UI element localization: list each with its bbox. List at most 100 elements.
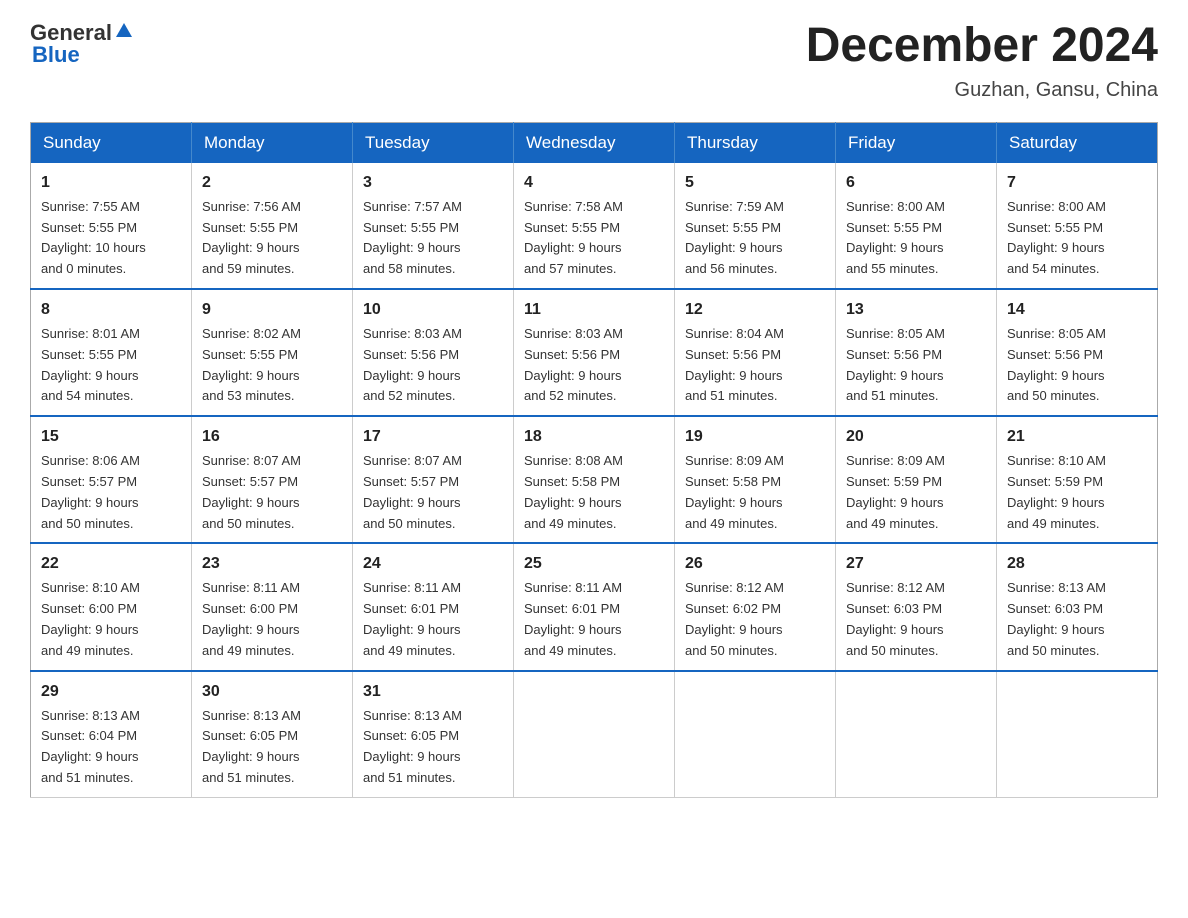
calendar-header-row: SundayMondayTuesdayWednesdayThursdayFrid… [31,122,1158,163]
day-number: 19 [685,425,825,449]
calendar-cell-0-0: 1Sunrise: 7:55 AM Sunset: 5:55 PM Daylig… [31,163,192,289]
day-number: 31 [363,680,503,704]
day-info: Sunrise: 8:12 AM Sunset: 6:03 PM Dayligh… [846,578,986,661]
day-number: 28 [1007,552,1147,576]
day-info: Sunrise: 8:13 AM Sunset: 6:05 PM Dayligh… [202,706,342,789]
calendar-week-2: 8Sunrise: 8:01 AM Sunset: 5:55 PM Daylig… [31,289,1158,416]
day-info: Sunrise: 8:05 AM Sunset: 5:56 PM Dayligh… [846,324,986,407]
header-col-thursday: Thursday [675,122,836,163]
day-info: Sunrise: 7:58 AM Sunset: 5:55 PM Dayligh… [524,197,664,280]
day-number: 14 [1007,298,1147,322]
day-number: 16 [202,425,342,449]
day-info: Sunrise: 8:13 AM Sunset: 6:03 PM Dayligh… [1007,578,1147,661]
header-col-wednesday: Wednesday [514,122,675,163]
calendar-cell-1-4: 12Sunrise: 8:04 AM Sunset: 5:56 PM Dayli… [675,289,836,416]
calendar-cell-1-3: 11Sunrise: 8:03 AM Sunset: 5:56 PM Dayli… [514,289,675,416]
day-info: Sunrise: 8:08 AM Sunset: 5:58 PM Dayligh… [524,451,664,534]
day-number: 18 [524,425,664,449]
calendar-cell-0-4: 5Sunrise: 7:59 AM Sunset: 5:55 PM Daylig… [675,163,836,289]
day-info: Sunrise: 8:10 AM Sunset: 6:00 PM Dayligh… [41,578,181,661]
day-info: Sunrise: 7:59 AM Sunset: 5:55 PM Dayligh… [685,197,825,280]
day-info: Sunrise: 7:57 AM Sunset: 5:55 PM Dayligh… [363,197,503,280]
day-info: Sunrise: 8:03 AM Sunset: 5:56 PM Dayligh… [363,324,503,407]
title-section: December 2024 Guzhan, Gansu, China [806,20,1158,102]
day-number: 26 [685,552,825,576]
calendar-cell-3-6: 28Sunrise: 8:13 AM Sunset: 6:03 PM Dayli… [997,543,1158,670]
calendar-week-5: 29Sunrise: 8:13 AM Sunset: 6:04 PM Dayli… [31,671,1158,798]
day-number: 3 [363,171,503,195]
day-number: 1 [41,171,181,195]
day-number: 13 [846,298,986,322]
calendar-cell-2-4: 19Sunrise: 8:09 AM Sunset: 5:58 PM Dayli… [675,416,836,543]
calendar-cell-4-2: 31Sunrise: 8:13 AM Sunset: 6:05 PM Dayli… [353,671,514,798]
day-info: Sunrise: 8:11 AM Sunset: 6:01 PM Dayligh… [363,578,503,661]
calendar-cell-3-3: 25Sunrise: 8:11 AM Sunset: 6:01 PM Dayli… [514,543,675,670]
day-info: Sunrise: 8:07 AM Sunset: 5:57 PM Dayligh… [202,451,342,534]
day-number: 22 [41,552,181,576]
calendar-cell-2-5: 20Sunrise: 8:09 AM Sunset: 5:59 PM Dayli… [836,416,997,543]
day-number: 30 [202,680,342,704]
header-col-sunday: Sunday [31,122,192,163]
calendar-cell-2-3: 18Sunrise: 8:08 AM Sunset: 5:58 PM Dayli… [514,416,675,543]
page-header: General Blue December 2024 Guzhan, Gansu… [30,20,1158,102]
calendar-week-3: 15Sunrise: 8:06 AM Sunset: 5:57 PM Dayli… [31,416,1158,543]
day-number: 5 [685,171,825,195]
calendar-cell-4-3 [514,671,675,798]
calendar-cell-0-5: 6Sunrise: 8:00 AM Sunset: 5:55 PM Daylig… [836,163,997,289]
day-number: 21 [1007,425,1147,449]
day-info: Sunrise: 8:04 AM Sunset: 5:56 PM Dayligh… [685,324,825,407]
calendar-table: SundayMondayTuesdayWednesdayThursdayFrid… [30,122,1158,798]
logo-triangle-icon [115,21,133,44]
day-number: 10 [363,298,503,322]
day-info: Sunrise: 8:00 AM Sunset: 5:55 PM Dayligh… [1007,197,1147,280]
day-info: Sunrise: 8:09 AM Sunset: 5:59 PM Dayligh… [846,451,986,534]
calendar-cell-4-1: 30Sunrise: 8:13 AM Sunset: 6:05 PM Dayli… [192,671,353,798]
day-info: Sunrise: 8:09 AM Sunset: 5:58 PM Dayligh… [685,451,825,534]
calendar-cell-3-2: 24Sunrise: 8:11 AM Sunset: 6:01 PM Dayli… [353,543,514,670]
logo: General Blue [30,20,133,68]
day-number: 23 [202,552,342,576]
calendar-cell-1-5: 13Sunrise: 8:05 AM Sunset: 5:56 PM Dayli… [836,289,997,416]
day-info: Sunrise: 8:00 AM Sunset: 5:55 PM Dayligh… [846,197,986,280]
subtitle: Guzhan, Gansu, China [806,79,1158,102]
day-info: Sunrise: 8:07 AM Sunset: 5:57 PM Dayligh… [363,451,503,534]
calendar-week-1: 1Sunrise: 7:55 AM Sunset: 5:55 PM Daylig… [31,163,1158,289]
header-col-saturday: Saturday [997,122,1158,163]
calendar-cell-0-3: 4Sunrise: 7:58 AM Sunset: 5:55 PM Daylig… [514,163,675,289]
calendar-cell-1-1: 9Sunrise: 8:02 AM Sunset: 5:55 PM Daylig… [192,289,353,416]
day-number: 9 [202,298,342,322]
calendar-cell-2-2: 17Sunrise: 8:07 AM Sunset: 5:57 PM Dayli… [353,416,514,543]
day-info: Sunrise: 8:10 AM Sunset: 5:59 PM Dayligh… [1007,451,1147,534]
logo-blue-text: Blue [32,42,80,68]
day-number: 15 [41,425,181,449]
day-number: 17 [363,425,503,449]
day-number: 24 [363,552,503,576]
day-info: Sunrise: 8:12 AM Sunset: 6:02 PM Dayligh… [685,578,825,661]
day-info: Sunrise: 8:13 AM Sunset: 6:04 PM Dayligh… [41,706,181,789]
day-info: Sunrise: 8:02 AM Sunset: 5:55 PM Dayligh… [202,324,342,407]
calendar-cell-4-0: 29Sunrise: 8:13 AM Sunset: 6:04 PM Dayli… [31,671,192,798]
day-number: 29 [41,680,181,704]
calendar-cell-2-6: 21Sunrise: 8:10 AM Sunset: 5:59 PM Dayli… [997,416,1158,543]
day-number: 27 [846,552,986,576]
calendar-cell-3-1: 23Sunrise: 8:11 AM Sunset: 6:00 PM Dayli… [192,543,353,670]
day-number: 25 [524,552,664,576]
calendar-cell-1-6: 14Sunrise: 8:05 AM Sunset: 5:56 PM Dayli… [997,289,1158,416]
calendar-cell-0-6: 7Sunrise: 8:00 AM Sunset: 5:55 PM Daylig… [997,163,1158,289]
day-info: Sunrise: 8:11 AM Sunset: 6:00 PM Dayligh… [202,578,342,661]
header-col-friday: Friday [836,122,997,163]
header-col-monday: Monday [192,122,353,163]
calendar-cell-3-4: 26Sunrise: 8:12 AM Sunset: 6:02 PM Dayli… [675,543,836,670]
day-info: Sunrise: 8:11 AM Sunset: 6:01 PM Dayligh… [524,578,664,661]
calendar-cell-4-6 [997,671,1158,798]
day-number: 4 [524,171,664,195]
calendar-cell-4-5 [836,671,997,798]
day-info: Sunrise: 7:56 AM Sunset: 5:55 PM Dayligh… [202,197,342,280]
calendar-cell-1-2: 10Sunrise: 8:03 AM Sunset: 5:56 PM Dayli… [353,289,514,416]
calendar-cell-3-0: 22Sunrise: 8:10 AM Sunset: 6:00 PM Dayli… [31,543,192,670]
day-info: Sunrise: 8:03 AM Sunset: 5:56 PM Dayligh… [524,324,664,407]
day-info: Sunrise: 7:55 AM Sunset: 5:55 PM Dayligh… [41,197,181,280]
day-number: 8 [41,298,181,322]
calendar-cell-2-0: 15Sunrise: 8:06 AM Sunset: 5:57 PM Dayli… [31,416,192,543]
day-number: 2 [202,171,342,195]
